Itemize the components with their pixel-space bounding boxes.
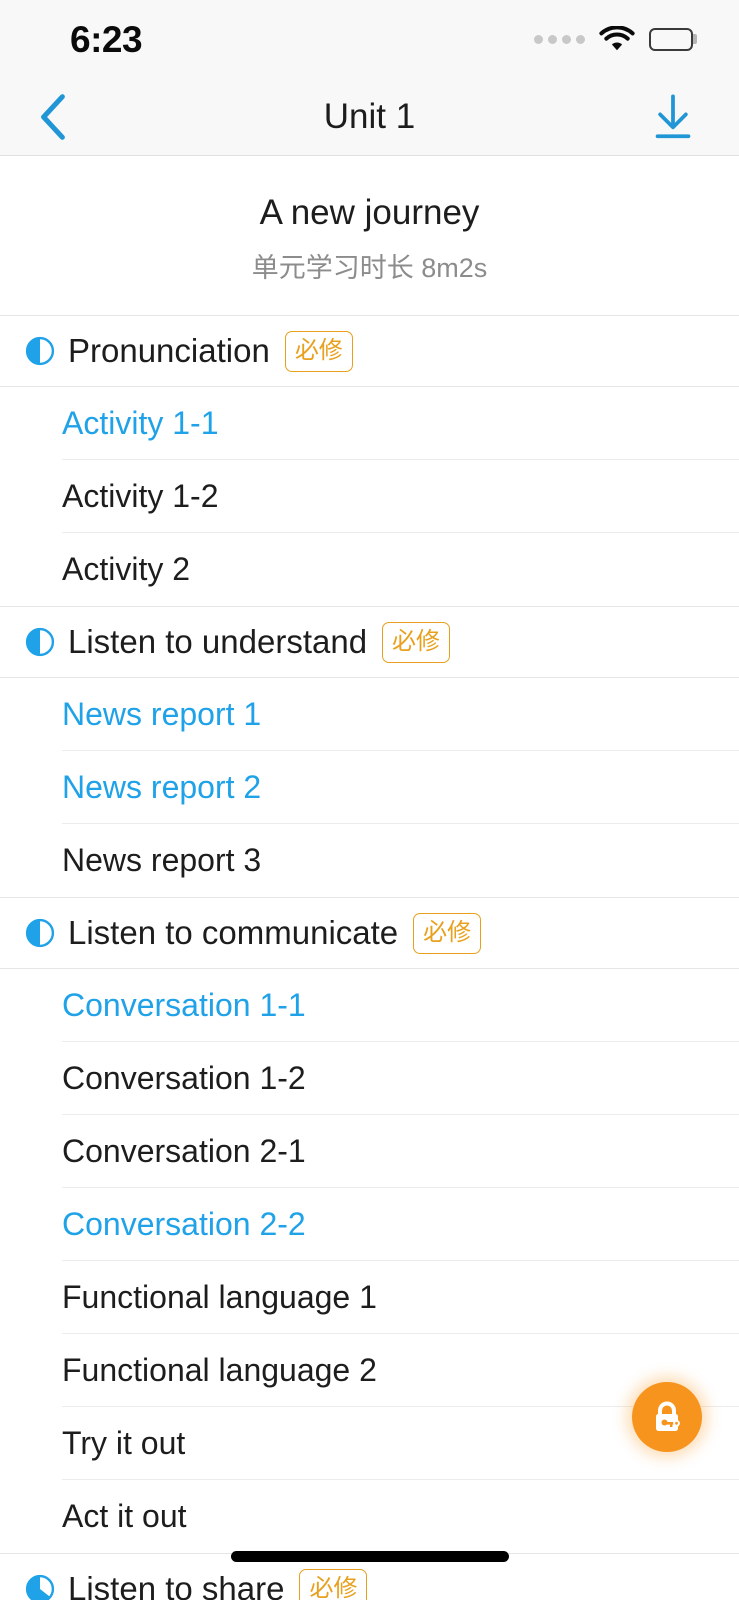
signal-dots-icon [534,34,585,44]
status-bar-indicators [534,25,697,53]
unit-header: A new journey 单元学习时长 8m2s [0,156,739,315]
lesson-item-label: Activity 2 [62,551,191,587]
section-header-row[interactable]: Listen to understand 必修 [0,606,739,678]
lesson-item-label: Conversation 2-2 [62,1206,306,1242]
half-filled-circle-icon [25,627,55,657]
lock-key-icon [656,1401,680,1431]
download-button[interactable] [645,89,701,145]
lesson-item-row[interactable]: Conversation 1-2 [0,1042,739,1115]
half-filled-circle-icon [25,918,55,948]
lesson-item-row[interactable]: News report 2 [0,751,739,824]
wifi-icon [599,25,635,53]
status-bar: 6:23 [0,0,739,78]
section-label: Listen to understand [68,623,368,660]
lesson-item-row[interactable]: Conversation 2-1 [0,1115,739,1188]
lesson-item-label: Functional language 2 [62,1352,377,1388]
lesson-item-label: Activity 1-1 [62,405,219,441]
lesson-item-row[interactable]: Activity 1-1 [0,387,739,460]
lesson-item-row[interactable]: Functional language 1 [0,1261,739,1334]
chevron-left-icon [41,93,65,140]
lesson-item-row[interactable]: Functional language 2 [0,1334,739,1407]
partial-filled-circle-icon [25,1574,55,1600]
lesson-item-row[interactable]: Act it out [0,1480,739,1553]
lesson-item-label: News report 3 [62,842,262,878]
download-icon [655,94,691,138]
half-filled-circle-icon [25,336,55,366]
lesson-item-label: Conversation 1-2 [62,1060,306,1096]
required-badge: 必修 [382,621,451,663]
section-label: Pronunciation [68,332,270,369]
required-badge: 必修 [284,330,353,372]
lesson-item-row[interactable]: Conversation 1-1 [0,969,739,1042]
lesson-item-label: Activity 1-2 [62,478,219,514]
lock-button[interactable] [632,1382,702,1452]
section-label: Listen to communicate [68,914,399,951]
unit-title: A new journey [259,193,480,232]
lesson-item-label: Functional language 1 [62,1279,377,1315]
lesson-item-row[interactable]: Conversation 2-2 [0,1188,739,1261]
page-title: Unit 1 [323,96,416,136]
lesson-item-row[interactable]: News report 3 [0,824,739,897]
back-button[interactable] [25,89,81,145]
phone-screen: 6:23 Unit 1 A new journey 单元学习时长 8m2s Pr… [0,0,739,1600]
required-badge: 必修 [413,912,482,954]
lesson-item-row[interactable]: Activity 1-2 [0,460,739,533]
lesson-item-row[interactable]: Activity 2 [0,533,739,606]
lesson-item-label: News report 1 [62,696,262,732]
unit-subtitle: 单元学习时长 8m2s [251,253,488,283]
lesson-item-row[interactable]: News report 1 [0,678,739,751]
lesson-item-row[interactable]: Try it out [0,1407,739,1480]
required-badge: 必修 [299,1568,368,1600]
section-header-row[interactable]: Listen to communicate 必修 [0,897,739,969]
lesson-item-label: News report 2 [62,769,262,805]
unit-content-list: Pronunciation 必修 Activity 1-1 Activity 1-2 A… [0,315,739,1600]
lesson-item-label: Try it out [62,1425,186,1461]
section-header-row[interactable]: Pronunciation 必修 [0,315,739,387]
status-bar-time: 6:23 [70,18,143,60]
lesson-item-label: Act it out [62,1498,187,1534]
battery-full-icon [649,27,697,51]
home-indicator [230,1551,509,1562]
lesson-item-label: Conversation 2-1 [62,1133,306,1169]
lesson-item-label: Conversation 1-1 [62,987,306,1023]
navigation-bar: Unit 1 [0,78,739,156]
section-label: Listen to share [68,1570,285,1600]
